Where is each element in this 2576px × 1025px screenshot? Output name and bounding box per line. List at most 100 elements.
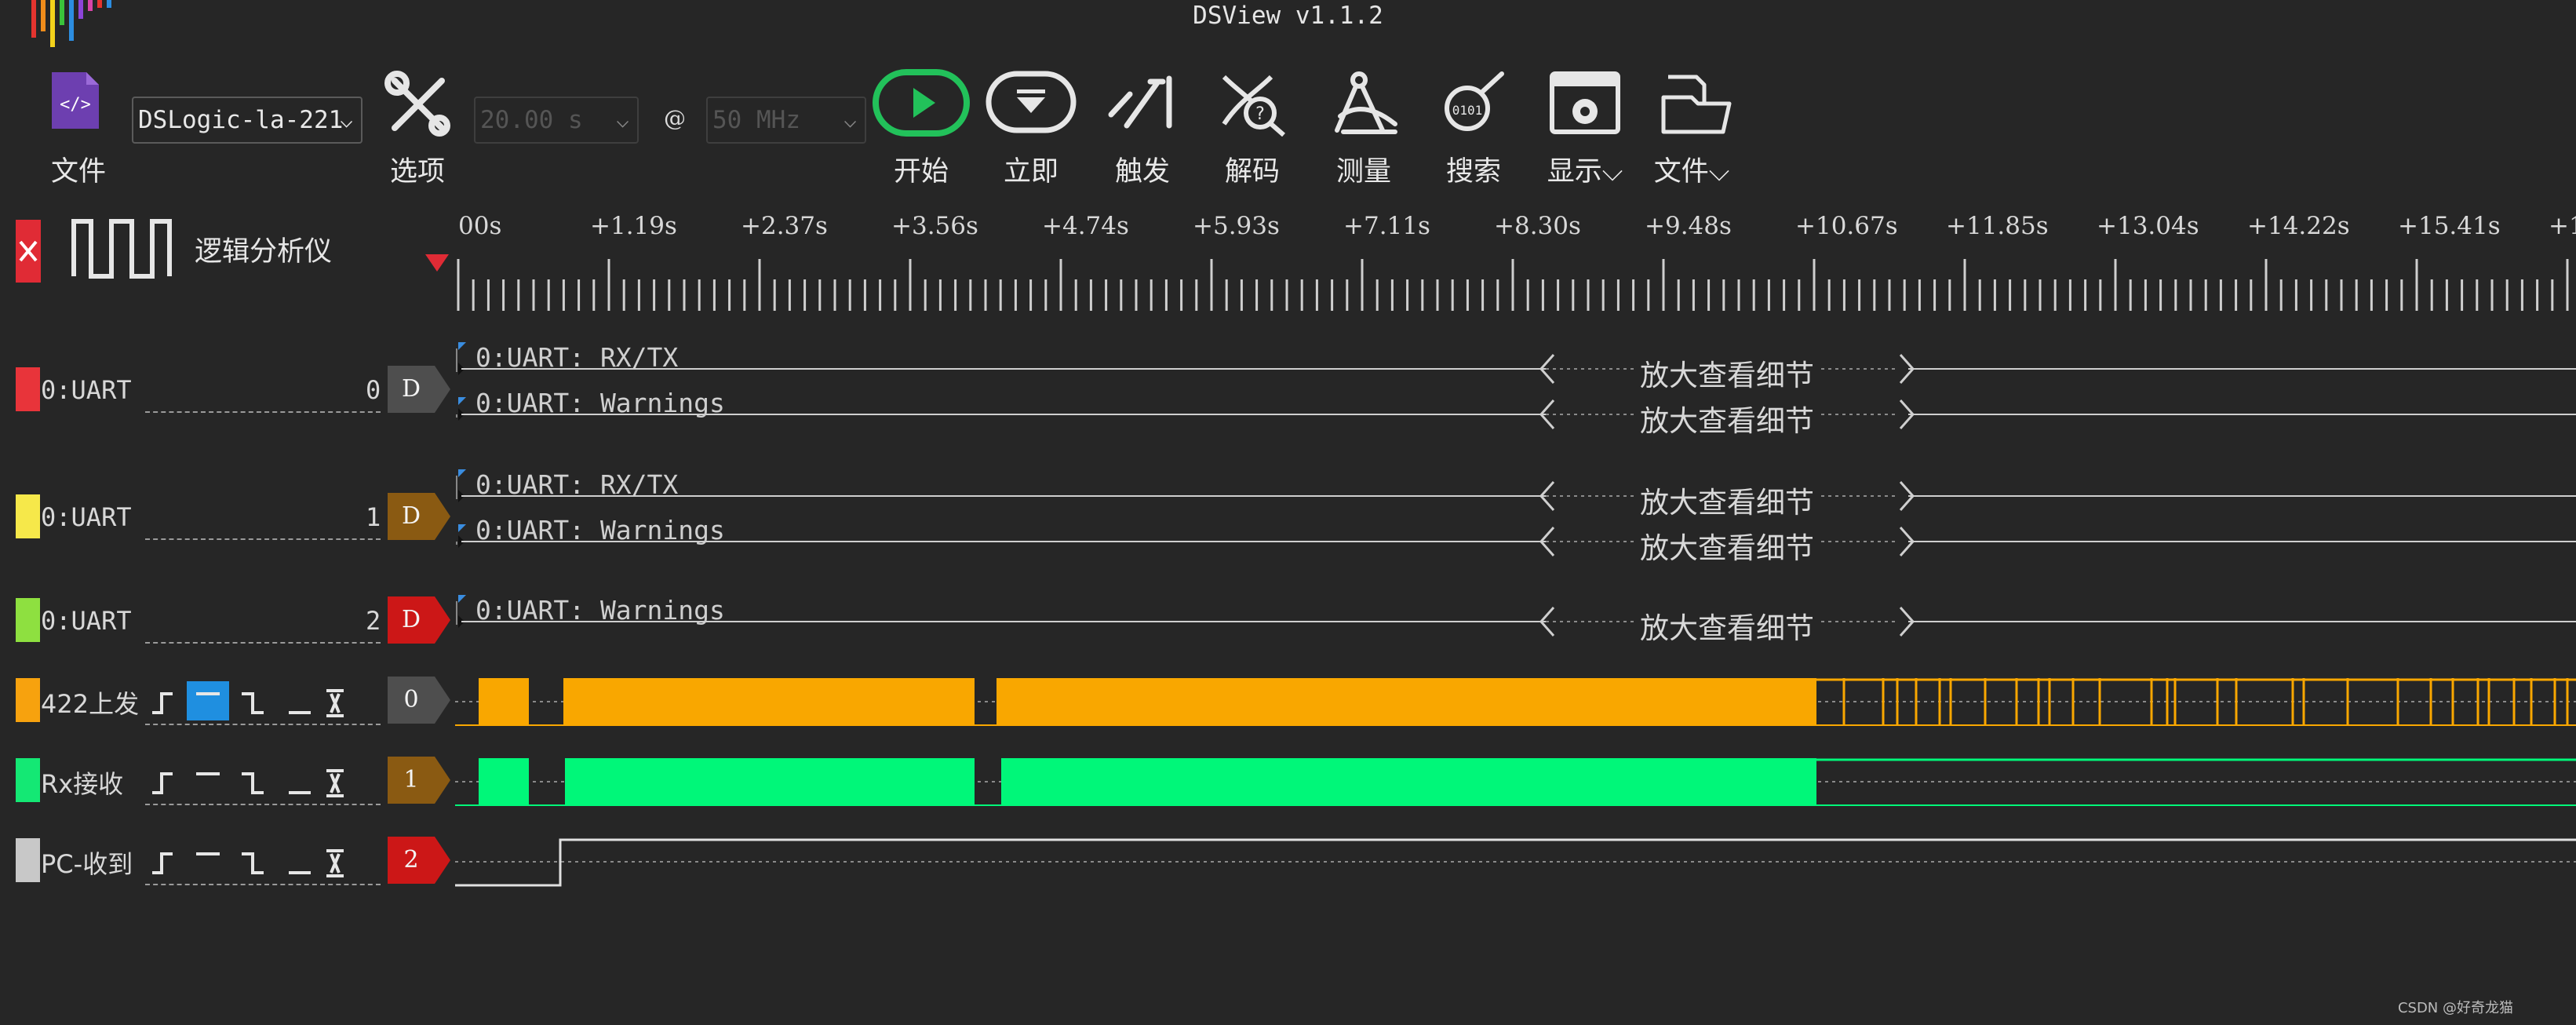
trigger-type-buttons[interactable] xyxy=(148,838,383,885)
decoder-name: 0:UART xyxy=(41,606,132,636)
sample-rate-value: 50 MHz xyxy=(712,106,800,134)
sample-rate-select[interactable]: 50 MHz ⌵ xyxy=(706,97,866,144)
time-ruler[interactable]: 00s +1.19s +2.37s +3.56s +4.74s +5.93s +7.11s +… xyxy=(455,204,2576,314)
sample-duration-select[interactable]: 20.00 s ⌵ xyxy=(474,97,639,144)
decoder-name: 0:UART xyxy=(41,375,132,405)
chevron-down-icon: ⌵ xyxy=(843,107,857,133)
device-select[interactable]: DSLogic-la-221 ⌵ xyxy=(132,97,363,144)
instant-icon xyxy=(986,71,1077,133)
name-underline xyxy=(145,411,381,413)
measure-icon xyxy=(1335,71,1397,134)
start-button[interactable]: 开始 xyxy=(858,63,984,188)
at-symbol: @ xyxy=(664,105,686,131)
name-underline xyxy=(145,884,381,885)
name-underline xyxy=(145,538,381,540)
logic-waveform xyxy=(455,758,2576,806)
display-icon xyxy=(1550,71,1620,134)
channel-tag[interactable]: 2 xyxy=(388,837,452,884)
channel-color-swatch xyxy=(16,678,40,722)
trigger-icon xyxy=(1108,75,1172,129)
trigger-button[interactable]: 触发 xyxy=(1080,63,1205,188)
device-select-value: DSLogic-la-221 xyxy=(138,106,344,134)
decoder-row-label: 0:UART: RX/TX xyxy=(475,342,679,373)
decoder-tag-label: D xyxy=(401,606,421,633)
decoder-index: 1 xyxy=(366,502,381,532)
decoder-trace xyxy=(456,397,2576,429)
decoder-tag[interactable]: D xyxy=(388,493,452,540)
channel-name: PC-收到 xyxy=(41,849,133,879)
decoder-tag-label: D xyxy=(401,375,421,403)
file-button[interactable]: </> 文件 xyxy=(16,63,141,188)
options-label: 选项 xyxy=(389,156,445,188)
decode-label: 解码 xyxy=(1224,156,1280,188)
toolbar: </> 文件 DSLogic-la-221 ⌵ 选项 20.00 s ⌵ @ 5… xyxy=(0,63,2576,188)
chevron-down-icon: ⌵ xyxy=(340,107,353,133)
trigger-type-buttons[interactable] xyxy=(148,758,383,805)
file-right-label: 文件⌵ xyxy=(1653,156,1730,188)
decoder-tag[interactable]: D xyxy=(388,596,452,644)
measure-label: 测量 xyxy=(1335,156,1391,188)
svg-text:0101: 0101 xyxy=(1452,103,1483,118)
folder-icon xyxy=(1661,75,1732,134)
decoder-row-label: 0:UART: RX/TX xyxy=(475,469,679,500)
channel-index: 0 xyxy=(403,686,419,713)
decoder-trace xyxy=(456,524,2576,556)
svg-text:?: ? xyxy=(1255,104,1265,124)
name-underline xyxy=(145,804,381,805)
window-title: DSView v1.1.2 xyxy=(1193,2,1383,30)
title-bar: DSView v1.1.2 xyxy=(0,0,2576,47)
play-icon xyxy=(873,69,970,137)
decoder-color-swatch xyxy=(16,367,40,411)
decoder-tag-label: D xyxy=(401,502,421,530)
channel-name: Rx接收 xyxy=(41,769,124,799)
chevron-down-icon: ⌵ xyxy=(1601,156,1623,188)
decoder-row-label: 0:UART: Warnings xyxy=(475,388,725,418)
search-button[interactable]: 0101 搜索 xyxy=(1411,63,1536,188)
channel-index: 2 xyxy=(403,846,419,874)
decoder-row-label: 0:UART: Warnings xyxy=(475,595,725,626)
search-label: 搜索 xyxy=(1445,156,1501,188)
channel-color-swatch xyxy=(16,758,40,802)
sample-duration-value: 20.00 s xyxy=(480,106,583,134)
channel-index: 1 xyxy=(403,766,419,793)
decoder-index: 0 xyxy=(366,375,381,405)
decoder-color-swatch xyxy=(16,598,40,642)
watermark: CSDN @好奇龙猫 xyxy=(2397,1000,2513,1016)
decode-button[interactable]: ? 解码 xyxy=(1190,63,1315,188)
instant-button[interactable]: 立即 xyxy=(968,63,1094,188)
close-mode-button[interactable] xyxy=(16,220,41,283)
decode-icon: ? xyxy=(1222,75,1285,137)
channel-color-swatch xyxy=(16,838,40,882)
file-code-icon: </> xyxy=(52,72,99,129)
close-icon xyxy=(19,240,38,262)
options-button[interactable]: 选项 xyxy=(355,63,480,188)
decoder-row-label: 0:UART: Warnings xyxy=(475,515,725,545)
channel-tag[interactable]: 0 xyxy=(388,677,452,724)
decoder-color-swatch xyxy=(16,494,40,538)
name-underline xyxy=(145,642,381,644)
trigger-marker-icon xyxy=(425,254,449,272)
logic-waveform xyxy=(455,678,2576,726)
instant-label: 立即 xyxy=(1003,156,1058,188)
decoder-tag[interactable]: D xyxy=(388,366,452,413)
chevron-down-icon: ⌵ xyxy=(1708,156,1730,188)
logic-waveform xyxy=(455,838,2576,887)
mode-label: 逻辑分析仪 xyxy=(195,236,333,268)
zoom-hint: 放大查看细节 xyxy=(1637,397,1817,440)
trigger-label: 触发 xyxy=(1114,156,1170,188)
zoom-hint: 放大查看细节 xyxy=(1637,604,1817,647)
logic-wave-icon xyxy=(71,219,172,279)
chevron-down-icon: ⌵ xyxy=(616,107,629,133)
wrench-icon xyxy=(384,71,450,137)
decoder-index: 2 xyxy=(366,606,381,636)
zoom-hint: 放大查看细节 xyxy=(1637,524,1817,567)
channel-name: 422上发 xyxy=(41,689,140,719)
file-left-label: 文件 xyxy=(50,156,106,188)
channel-tag[interactable]: 1 xyxy=(388,757,452,804)
measure-button[interactable]: 测量 xyxy=(1301,63,1426,188)
decoder-trace xyxy=(456,595,2576,637)
file-menu-button[interactable]: 文件⌵ xyxy=(1645,63,1770,188)
trigger-type-buttons[interactable] xyxy=(148,678,383,725)
start-label: 开始 xyxy=(893,156,949,188)
search-icon: 0101 xyxy=(1445,71,1504,131)
